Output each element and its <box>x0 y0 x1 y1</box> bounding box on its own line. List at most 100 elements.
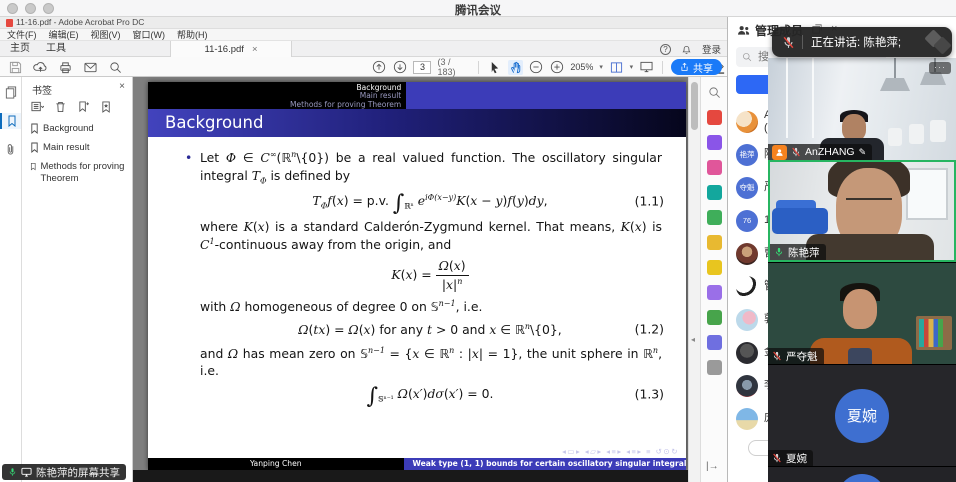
send-for-review-icon[interactable] <box>707 310 722 325</box>
slide-body: •Let Φ ∈ C∞(ℝn\{0}) be a real valued fun… <box>148 137 686 444</box>
cloud-upload-icon[interactable] <box>33 60 48 75</box>
more-tools-icon[interactable] <box>707 360 722 375</box>
zoom-out-icon[interactable] <box>529 60 544 75</box>
collapse-tools-icon[interactable]: ◂ <box>691 335 695 344</box>
video-tile-xiawan[interactable]: 夏婉 夏婉 <box>768 364 956 466</box>
page-display-caret-icon[interactable]: ▾ <box>630 63 634 71</box>
fill-sign-icon[interactable] <box>707 235 722 250</box>
export-pdf-icon[interactable] <box>707 135 722 150</box>
equation-3-number: (1.2) <box>635 322 664 339</box>
menu-window[interactable]: 窗口(W) <box>133 28 166 41</box>
hand-tool-icon[interactable] <box>508 60 523 75</box>
find-tool-icon[interactable] <box>707 85 722 100</box>
tab-home[interactable]: 主页 <box>4 41 36 57</box>
page-thumbnails-icon[interactable] <box>3 85 18 100</box>
avatar: 艳萍 <box>736 144 758 166</box>
scrollbar-thumb[interactable] <box>691 82 698 130</box>
sofa <box>772 208 828 234</box>
page-display-icon[interactable] <box>609 60 624 75</box>
draw-tool-icon[interactable] <box>707 285 722 300</box>
avatar <box>736 276 758 298</box>
video-tile-anzhang[interactable]: ··· AnZHANG ✎ <box>768 58 956 160</box>
lamp <box>894 58 896 80</box>
equation-1-number: (1.1) <box>635 194 664 211</box>
bell-icon[interactable] <box>679 42 694 57</box>
menu-file[interactable]: 文件(F) <box>7 28 37 41</box>
beamer-nav-symbols: ◂▭▸ ◂▱▸ ◂≡▸ ◂≡▸ ≡ ↺⊙↻ <box>562 447 679 456</box>
acrobat-toolbar: (3 / 183) 205% ▾ ▾ 共享 <box>0 57 727 77</box>
screen-share-indicator[interactable]: 陈艳萍的屏幕共享 <box>2 464 126 480</box>
pdf-viewport[interactable]: Background Main result Methods for provi… <box>133 77 688 482</box>
previous-page-icon[interactable] <box>372 60 387 75</box>
share-button[interactable]: 共享 <box>671 59 722 75</box>
acrobat-workspace: 书签 × Background Main result <box>0 77 727 482</box>
slide-header: Background Main result Methods for provi… <box>148 82 686 109</box>
menu-view[interactable]: 视图(V) <box>91 28 121 41</box>
select-tool-icon[interactable] <box>487 60 502 75</box>
active-mic-icon <box>8 467 17 477</box>
attachments-icon[interactable] <box>3 142 18 157</box>
equation-2-fraction: Ω(x) |x|n <box>436 259 469 292</box>
equation-3-formula: Ω(tx) = Ω(x) for any t > 0 and x ∈ ℝn\{0… <box>298 322 562 337</box>
tab-document[interactable]: 11-16.pdf × <box>170 41 292 57</box>
meeting-screen: 腾讯会议 11-16.pdf - Adobe Acrobat Pro DC 文件… <box>0 0 956 482</box>
presentation-mode-icon[interactable] <box>639 60 654 75</box>
edit-pdf-icon[interactable] <box>707 160 722 175</box>
add-bookmark-icon[interactable] <box>76 99 91 114</box>
tab-tools[interactable]: 工具 <box>40 41 72 57</box>
video-more-button[interactable]: ··· <box>929 62 951 74</box>
speaking-toast: 正在讲话: 陈艳萍; <box>772 27 952 57</box>
participant-name: 陈艳萍 <box>788 245 820 260</box>
fraction-numerator: Ω(x) <box>436 259 469 275</box>
bookmarks-rail-icon[interactable] <box>0 113 21 129</box>
avatar <box>736 243 758 265</box>
page-number-input[interactable] <box>413 61 431 74</box>
expand-panel-icon[interactable]: |→ <box>706 461 719 472</box>
video-tile-partial[interactable] <box>768 466 956 482</box>
bookmark-item[interactable]: Methods for proving Theorem <box>30 161 130 185</box>
menu-edit[interactable]: 编辑(E) <box>49 28 79 41</box>
search-icon <box>742 52 752 62</box>
video-tile-yanduokui[interactable]: 严夺魁 <box>768 262 956 364</box>
host-badge-icon <box>772 145 787 160</box>
slide-title: Background <box>148 109 686 137</box>
tab-document-label: 11-16.pdf <box>204 44 243 55</box>
email-icon[interactable] <box>83 60 98 75</box>
bookmarks-close-icon[interactable]: × <box>119 81 125 92</box>
highlight-bookmark-icon[interactable] <box>99 99 114 114</box>
paragraph-1: •Let Φ ∈ C∞(ℝn\{0}) be a real valued fun… <box>200 149 662 187</box>
protect-icon[interactable] <box>707 335 722 350</box>
zoom-in-icon[interactable] <box>550 60 565 75</box>
rename-pencil-icon[interactable]: ✎ <box>859 147 867 158</box>
page-backdrop <box>133 470 688 482</box>
tab-close-icon[interactable]: × <box>252 44 258 55</box>
bookmark-item[interactable]: Main result <box>30 142 130 154</box>
zoom-level-label[interactable]: 205% <box>570 62 593 72</box>
menu-help[interactable]: 帮助(H) <box>177 28 208 41</box>
save-icon[interactable] <box>8 60 23 75</box>
zoom-dropdown-caret-icon[interactable]: ▾ <box>599 63 603 71</box>
pdf-file-icon <box>6 19 13 27</box>
vertical-scrollbar[interactable] <box>688 77 700 482</box>
video-name-bar: AnZHANG ✎ <box>768 144 872 160</box>
combine-files-icon[interactable] <box>707 210 722 225</box>
video-tile-chenyanping-active-speaker[interactable]: 陈艳萍 <box>768 160 956 262</box>
window-frame <box>812 58 814 138</box>
equation-4: ∫𝕊ⁿ⁻¹ Ω(x′)dσ(x′) = 0. (1.3) <box>200 386 660 405</box>
comment-tool-icon[interactable] <box>707 260 722 275</box>
search-icon[interactable] <box>108 60 123 75</box>
bookmark-item[interactable]: Background <box>30 123 130 135</box>
left-nav-rail <box>0 77 22 482</box>
bookmark-options-icon[interactable] <box>30 99 45 114</box>
slide-page: Background Main result Methods for provi… <box>148 82 686 470</box>
help-icon[interactable]: ? <box>660 44 671 55</box>
create-pdf-icon[interactable] <box>707 110 722 125</box>
active-mic-icon <box>774 247 784 257</box>
signin-link[interactable]: 登录 <box>702 42 721 56</box>
next-page-icon[interactable] <box>393 60 408 75</box>
organize-pages-icon[interactable] <box>707 185 722 200</box>
page-count-label: (3 / 183) <box>437 57 470 77</box>
print-icon[interactable] <box>58 60 73 75</box>
app-title: 腾讯会议 <box>0 2 956 18</box>
trash-icon[interactable] <box>53 99 68 114</box>
